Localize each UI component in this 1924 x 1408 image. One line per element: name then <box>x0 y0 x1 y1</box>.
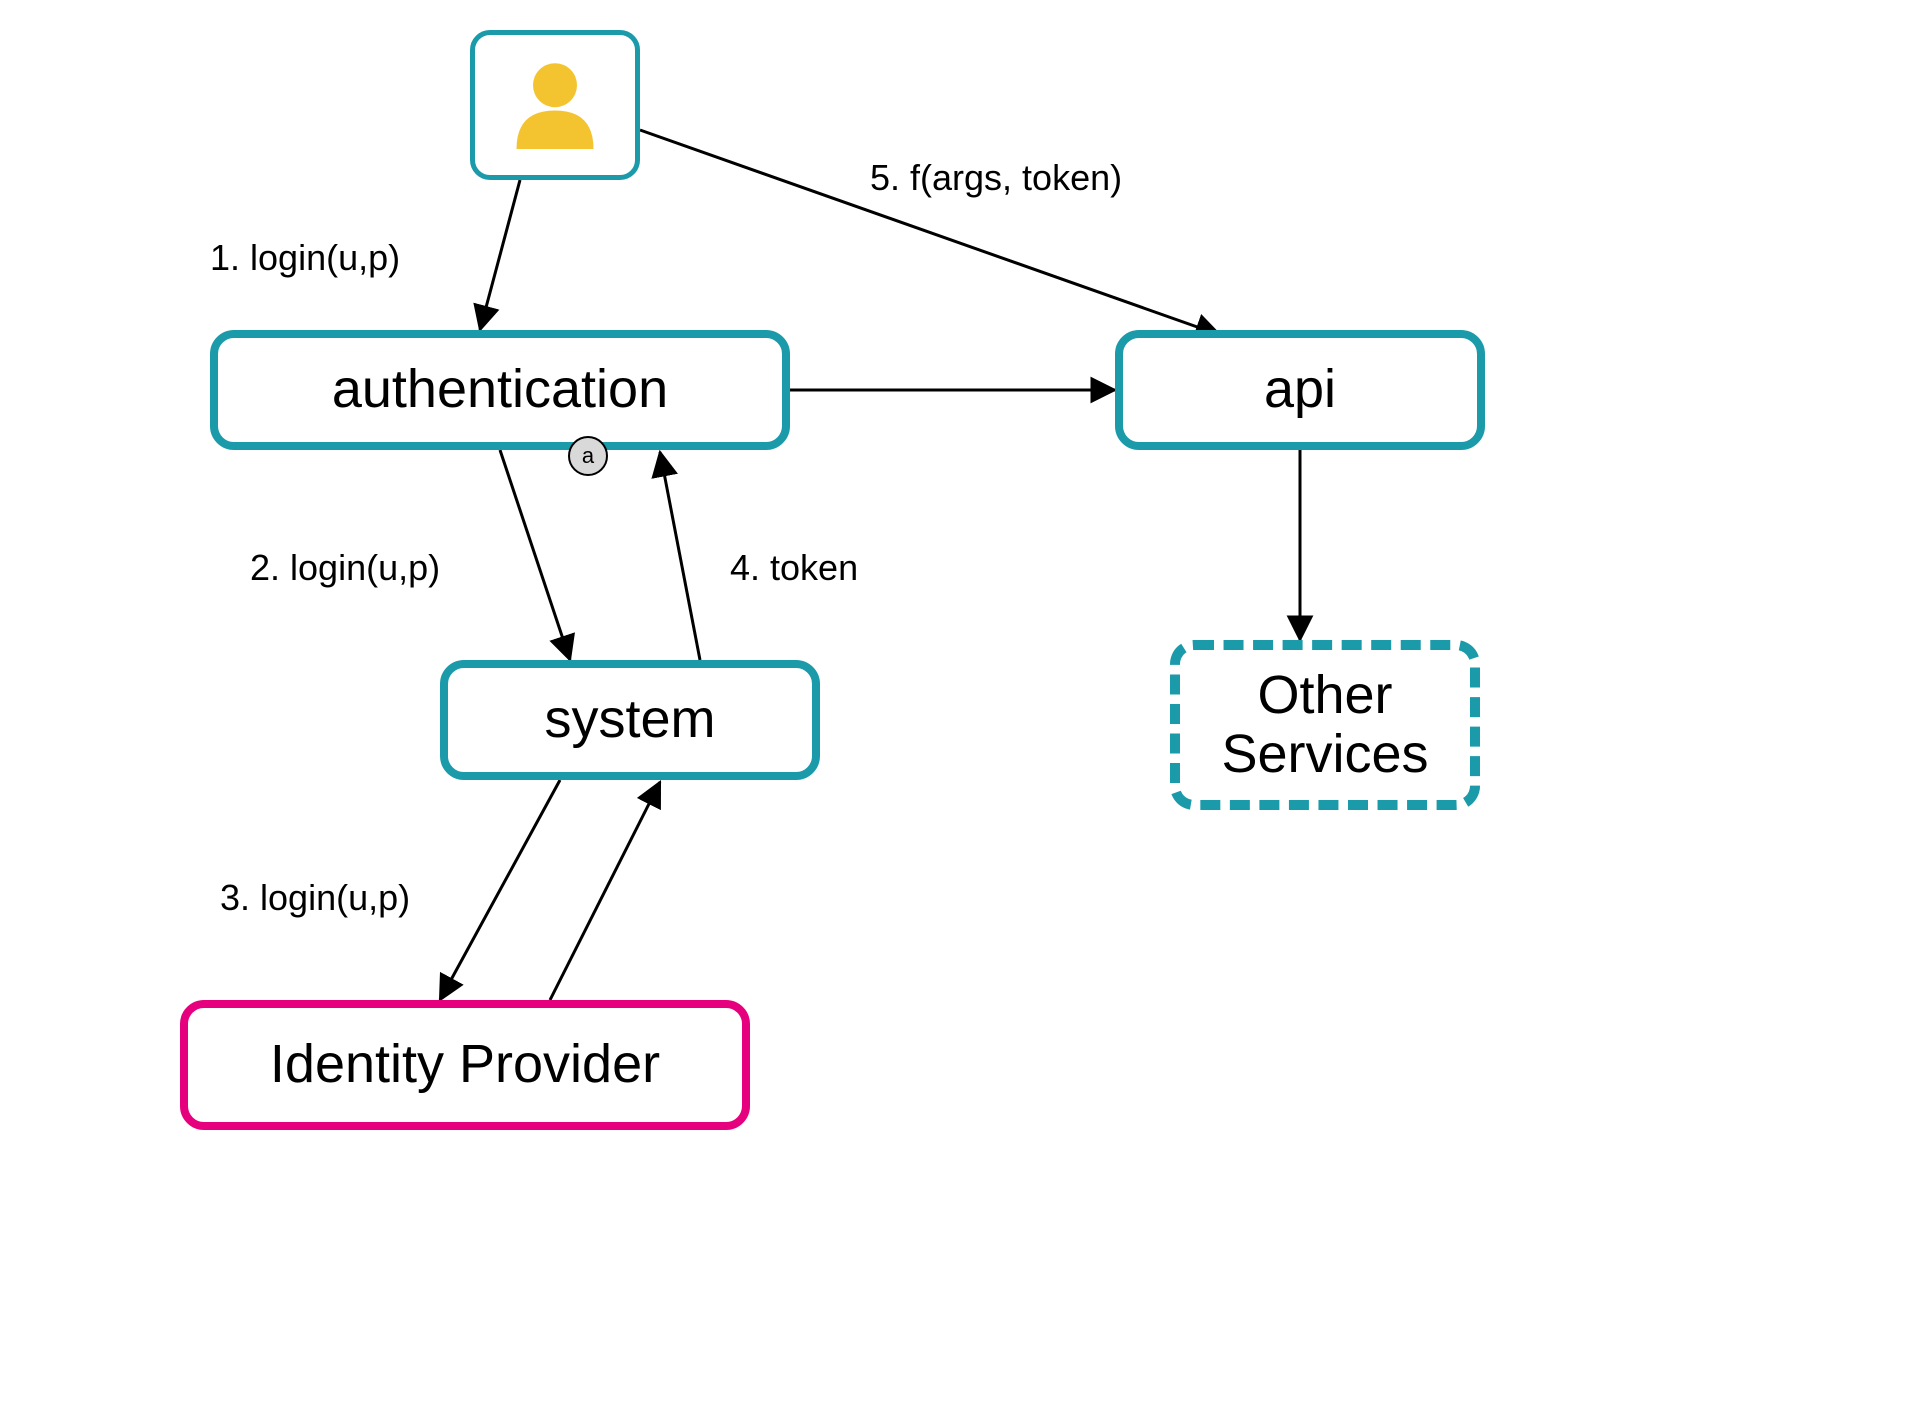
node-identity-provider: Identity Provider <box>180 1000 750 1130</box>
edge-user-to-auth: 1. login(u,p) <box>210 180 520 330</box>
node-authentication-label: authentication <box>332 360 668 419</box>
user-icon <box>475 35 635 175</box>
edge-user-to-api: 5. f(args, token) <box>640 130 1220 335</box>
node-system: system <box>440 660 820 780</box>
port-authentication: a <box>568 436 608 476</box>
node-api: api <box>1115 330 1485 450</box>
node-other-services: Other Services <box>1170 640 1480 810</box>
port-authentication-label: a <box>582 444 594 468</box>
edge-label-user-to-api: 5. f(args, token) <box>870 157 1122 198</box>
edge-system-to-auth: 4. token <box>660 452 858 660</box>
node-identity-provider-label: Identity Provider <box>270 1035 660 1094</box>
node-other-services-label: Other Services <box>1221 666 1428 785</box>
edge-label-user-to-auth: 1. login(u,p) <box>210 237 400 278</box>
edge-label-system-to-auth: 4. token <box>730 547 858 588</box>
node-api-label: api <box>1264 360 1336 419</box>
node-user <box>470 30 640 180</box>
node-system-label: system <box>544 690 715 749</box>
node-authentication: authentication a <box>210 330 790 450</box>
edge-label-system-to-idp: 3. login(u,p) <box>220 877 410 918</box>
diagram-canvas: 1. login(u,p) 5. f(args, token) 2. login… <box>0 0 1924 1408</box>
edge-system-to-idp: 3. login(u,p) <box>220 780 560 1000</box>
edge-auth-to-system: 2. login(u,p) <box>250 450 570 660</box>
edge-idp-to-system <box>550 782 660 1000</box>
edges-layer: 1. login(u,p) 5. f(args, token) 2. login… <box>0 0 1924 1408</box>
edge-label-auth-to-system: 2. login(u,p) <box>250 547 440 588</box>
